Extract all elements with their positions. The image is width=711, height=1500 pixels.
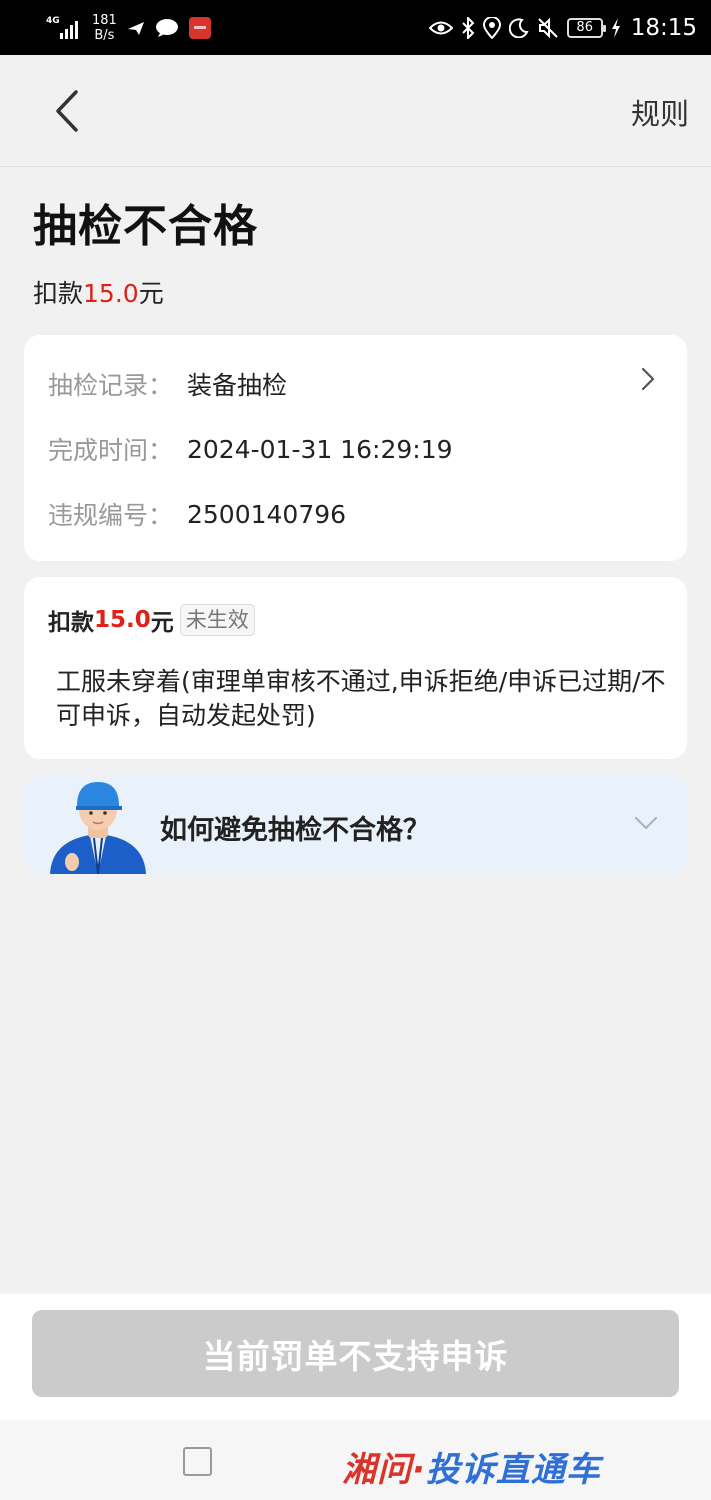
- deduct-amount: 15.0: [83, 279, 139, 308]
- network-type: 4G: [46, 16, 60, 26]
- net-speed: 181 B/s: [92, 13, 117, 43]
- penalty-card: 扣款 15.0 元 未生效 工服未穿着(审理单审核不通过,申诉拒绝/申诉已过期/不可…: [24, 577, 687, 759]
- signal-icon: 4G: [46, 15, 82, 41]
- penalty-header: 扣款 15.0 元 未生效: [48, 603, 255, 637]
- penalty-suffix: 元: [150, 610, 174, 636]
- charging-icon: [611, 18, 620, 38]
- watermark-logo: 湘问·投诉直通车: [342, 1442, 601, 1491]
- status-clock: 18:15: [630, 15, 697, 41]
- chevron-down-icon[interactable]: [633, 814, 659, 832]
- mute-icon: [537, 17, 558, 39]
- status-bar: 4G 181 B/s 86 18:15: [0, 0, 711, 55]
- nav-bar: 规则: [0, 55, 711, 167]
- rules-link[interactable]: 规则: [631, 91, 689, 133]
- penalty-description: 工服未穿着(审理单审核不通过,申诉拒绝/申诉已过期/不可申诉，自动发起处罚): [56, 667, 666, 730]
- recent-apps-button[interactable]: [183, 1447, 212, 1476]
- battery-icon: 86: [566, 18, 606, 38]
- deduct-suffix: 元: [138, 279, 164, 308]
- bottom-bar: 当前罚单不支持申诉: [0, 1294, 711, 1420]
- bluetooth-icon: [461, 17, 475, 39]
- message-icon: [155, 19, 178, 37]
- system-nav-bar: 湘问·投诉直通车: [0, 1420, 711, 1500]
- record-row-violation-id: 违规编号： 2500140796: [48, 496, 346, 532]
- record-value: 2024-01-31 16:29:19: [187, 434, 453, 464]
- record-value: 装备抽检: [187, 371, 288, 400]
- app-icon: [188, 17, 211, 39]
- worker-avatar: [50, 782, 146, 874]
- airplane-app-icon: [127, 22, 144, 35]
- watermark-text-a: 湘问·: [342, 1450, 426, 1490]
- penalty-amount: 15.0: [94, 607, 151, 633]
- deduct-prefix: 扣款: [33, 279, 84, 308]
- record-key: 违规编号：: [48, 501, 174, 530]
- faq-question: 如何避免抽检不合格？: [160, 815, 430, 846]
- battery-level: 86: [576, 20, 593, 35]
- eye-icon: [428, 21, 453, 35]
- deduct-summary: 扣款15.0元: [33, 274, 164, 310]
- appeal-button[interactable]: 当前罚单不支持申诉: [32, 1310, 679, 1397]
- back-button[interactable]: [40, 83, 94, 139]
- net-speed-value: 181: [92, 13, 117, 28]
- net-speed-unit: B/s: [94, 28, 115, 43]
- page-title: 抽检不合格: [33, 201, 258, 252]
- record-value: 2500140796: [187, 499, 347, 529]
- watermark-text-b: 投诉直通车: [425, 1450, 601, 1490]
- status-bar-right: 86 18:15: [428, 8, 697, 48]
- record-card: 抽检记录： 装备抽检 完成时间： 2024-01-31 16:29:19 违规编…: [24, 335, 687, 561]
- record-key: 完成时间：: [48, 436, 174, 465]
- status-bar-left: 4G 181 B/s: [46, 10, 211, 46]
- record-row-inspection[interactable]: 抽检记录： 装备抽检: [48, 366, 287, 402]
- chevron-right-icon[interactable]: [637, 365, 657, 393]
- back-arrow-icon: [56, 90, 78, 132]
- record-row-time: 完成时间： 2024-01-31 16:29:19: [48, 431, 453, 467]
- moon-icon: [508, 18, 529, 38]
- record-key: 抽检记录：: [48, 371, 174, 400]
- faq-card[interactable]: 如何避免抽检不合格？: [24, 776, 687, 874]
- status-badge: 未生效: [179, 604, 255, 636]
- location-icon: [482, 17, 501, 39]
- penalty-prefix: 扣款: [48, 610, 94, 636]
